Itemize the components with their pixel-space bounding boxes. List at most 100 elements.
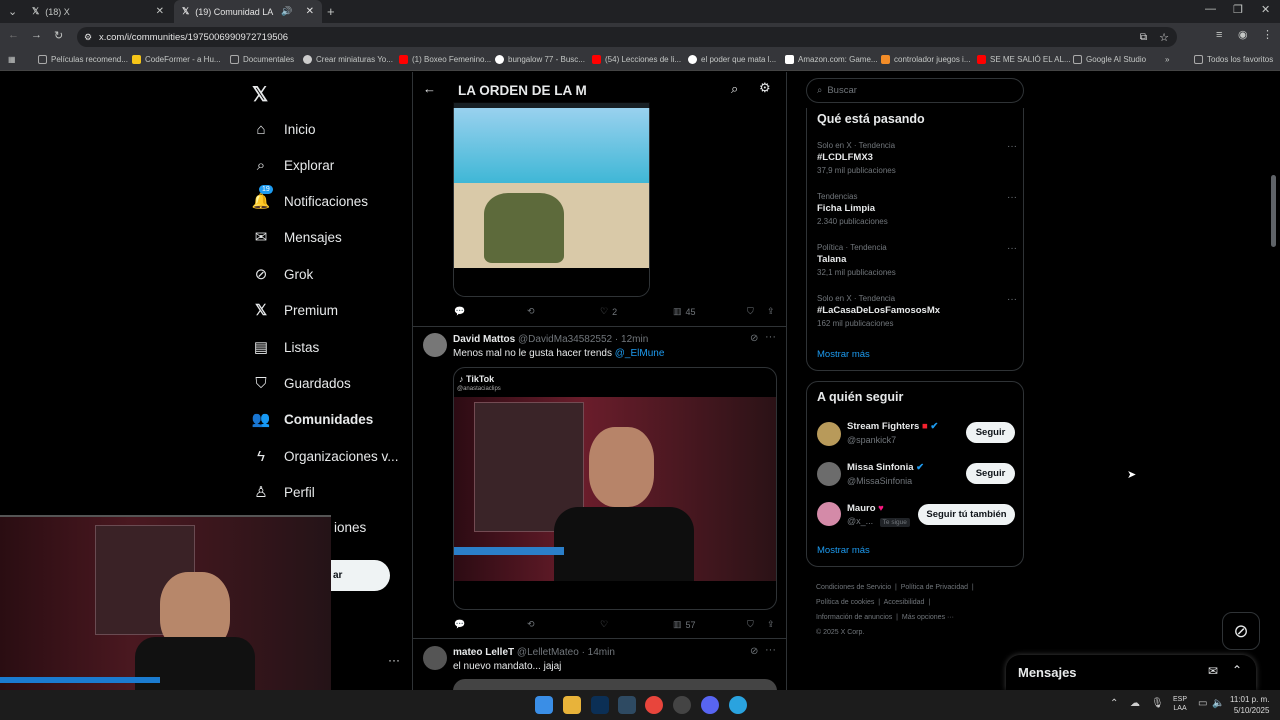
more-options-link[interactable]: Más opciones ··· [902,614,954,621]
obs-icon[interactable] [673,696,691,714]
tweet-media[interactable] [453,679,777,690]
nav-notifications[interactable]: 🔔 19 Notificaciones [252,185,368,210]
trend-item[interactable]: Solo en X · Tendencia #LCDLFMX3 37,9 mil… [817,141,1017,175]
nav-communities[interactable]: 👥 Comunidades [252,410,374,428]
retweet-button[interactable]: ⟲ [527,619,535,630]
account-menu-icon[interactable]: ··· [388,653,400,667]
photoshop-icon[interactable] [591,696,609,714]
messages-drawer[interactable]: Mensajes ✉ ⌃ [1006,655,1256,690]
trend-item[interactable]: Tendencias Ficha Limpia 2.340 publicacio… [817,192,1017,226]
telegram-icon[interactable] [729,696,747,714]
grok-icon[interactable]: ⊘ [750,333,758,344]
nav-profile[interactable]: ♙ Perfil [252,483,315,501]
tab-x-home[interactable]: 𝕏 (18) X ✕ [24,0,172,23]
tweet-media[interactable] [453,102,650,297]
bookmark-item[interactable]: controlador juegos i... [881,55,971,64]
bookmark-item[interactable]: el poder que mata l... [688,55,776,64]
gear-icon[interactable]: ⚙ [759,80,771,96]
chrome-icon[interactable] [645,696,663,714]
show-more-link[interactable]: Mostrar más [817,349,870,360]
apps-icon[interactable]: ▦ [8,55,16,64]
install-app-icon[interactable]: ⧉ [1140,32,1147,43]
media-control-icon[interactable]: ≡ [1216,29,1222,41]
bookmark-item[interactable]: SE ME SALIÓ EL AL... [977,55,1071,64]
share-button[interactable]: ⇪ [767,619,775,630]
avatar[interactable] [817,502,841,526]
bookmark-button[interactable]: ⛉ [747,306,754,317]
bookmark-button[interactable]: ⛉ [747,619,754,630]
language-indicator[interactable]: ESP LAA [1173,695,1187,713]
back-arrow-icon[interactable]: ← [423,81,436,96]
more-icon[interactable]: ··· [1007,141,1017,152]
author-name[interactable]: mateo LelleT [453,647,514,658]
reload-icon[interactable]: ↻ [54,29,63,42]
nav-grok[interactable]: ⊘ Grok [252,265,314,283]
cookies-link[interactable]: Política de cookies [816,599,874,606]
nav-more-options[interactable]: iones [334,520,366,535]
follow-button[interactable]: Seguir [966,422,1015,443]
author-handle[interactable]: @DavidMa34582552 [518,334,612,345]
nav-premium[interactable]: 𝕏 Premium [252,301,338,319]
trend-item[interactable]: Solo en X · Tendencia #LaCasaDeLosFamoso… [817,294,1017,328]
nav-lists[interactable]: ▤ Listas [252,338,319,356]
follow-back-button[interactable]: Seguir tú también [918,504,1015,525]
profile-icon[interactable]: ◉ [1238,28,1248,41]
reply-button[interactable]: 💬 [454,306,465,317]
bookmark-item[interactable]: Crear miniaturas Yo... [303,55,393,64]
views-button[interactable]: ▥ 45 [673,306,696,317]
share-button[interactable]: ⇪ [767,306,775,317]
avatar[interactable] [423,646,447,670]
more-icon[interactable]: ··· [1007,243,1017,254]
bookmark-item[interactable]: CodeFormer - a Hu... [132,55,221,64]
author-handle[interactable]: @LelletMateo [517,647,579,658]
address-bar[interactable]: ⚙ x.com/i/communities/197500699097271950… [77,27,1177,47]
file-explorer-icon[interactable] [563,696,581,714]
more-icon[interactable]: ··· [1007,192,1017,203]
retweet-button[interactable]: ⟲ [527,306,535,317]
ads-info-link[interactable]: Información de anuncios [816,614,892,621]
clock[interactable]: 11:01 p. m. 5/10/2025 [1230,694,1269,716]
tray-chevron-icon[interactable]: ⌃ [1110,698,1118,709]
bookmark-item[interactable]: Amazon.com: Game... [785,55,878,64]
discord-icon[interactable] [701,696,719,714]
avatar[interactable] [817,462,841,486]
scrollbar[interactable] [1271,175,1276,247]
reply-button[interactable]: 💬 [454,619,465,630]
bookmark-item[interactable]: (54) Lecciones de li... [592,55,681,64]
close-window-button[interactable]: ✕ [1261,3,1270,16]
collapse-icon[interactable]: ⌃ [1232,663,1242,677]
bookmark-star-icon[interactable]: ☆ [1159,31,1169,44]
more-icon[interactable]: ··· [1007,294,1017,305]
nav-organizations[interactable]: ϟ Organizaciones v... [252,447,399,465]
follow-button[interactable]: Seguir [966,463,1015,484]
audio-icon[interactable]: 🔊 [281,6,292,17]
forward-icon[interactable]: → [31,29,42,41]
app-icon[interactable] [618,696,636,714]
more-bookmarks-icon[interactable]: » [1165,55,1169,64]
tab-search-icon[interactable]: ⌄ [8,5,17,18]
mic-icon[interactable]: 🎙 [1151,698,1164,709]
tweet-time[interactable]: · 14min [582,647,615,658]
bookmark-item[interactable]: (1) Boxeo Femenino... [399,55,491,64]
all-bookmarks[interactable]: Todos los favoritos [1194,55,1273,64]
close-tab-icon[interactable]: ✕ [156,6,164,17]
tiktok-video[interactable]: ♪ TikTok @anastaciaclips [453,367,777,610]
menu-icon[interactable]: ⋮ [1262,28,1273,41]
search-icon[interactable]: ⌕ [731,81,738,97]
new-tab-button[interactable]: + [327,4,335,19]
terms-link[interactable]: Condiciones de Servicio [816,584,891,591]
avatar[interactable] [423,333,447,357]
accessibility-link[interactable]: Accesibilidad [884,599,925,606]
author-name[interactable]: David Mattos [453,334,515,345]
start-icon[interactable] [535,696,553,714]
more-icon[interactable]: ··· [765,331,776,343]
trend-item[interactable]: Política · Tendencia Talana 32,1 mil pub… [817,243,1017,277]
grok-float-button[interactable]: ⊘ [1222,612,1260,650]
nav-explore[interactable]: ⌕ Explorar [252,156,334,174]
grok-icon[interactable]: ⊘ [750,646,758,657]
more-icon[interactable]: ··· [765,644,776,656]
site-info-icon[interactable]: ⚙ [84,32,92,43]
volume-icon[interactable]: 🔈 [1212,698,1224,709]
nav-home[interactable]: ⌂ Inicio [252,120,315,138]
tweet-time[interactable]: · 12min [615,334,648,345]
